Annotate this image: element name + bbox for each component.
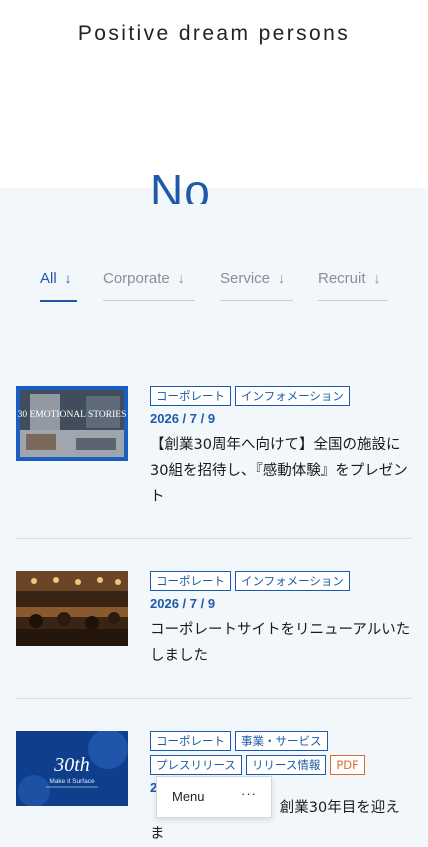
more-icon[interactable]: ··· [241,786,257,801]
arrow-down-icon: ↓ [278,270,286,286]
menu-label[interactable]: Menu [172,789,205,804]
floating-menu[interactable]: Menu ··· [156,776,272,818]
tag-list: コーポレート インフォメーション [150,386,412,406]
tag-information[interactable]: インフォメーション [235,571,350,591]
tab-corporate[interactable]: Corporate ↓ [103,270,195,301]
header-area: Positive dream persons [0,0,428,188]
tag-pdf[interactable]: PDF [330,755,365,775]
30th-anniversary-image: 30th Make it Surface [16,731,128,806]
news-thumbnail [16,571,128,646]
news-date: 2026 / 7 / 9 [150,596,216,611]
category-tabs: All ↓ Corporate ↓ Service ↓ Recruit ↓ [40,270,428,302]
thumbnail-text: 30 EMOTIONAL STORIES [18,410,127,420]
tab-recruit[interactable]: Recruit ↓ [318,270,388,301]
tab-service[interactable]: Service ↓ [220,270,293,301]
news-content: コーポレート インフォメーション 2026 / 7 / 9 コーポレートサイトを… [150,571,412,669]
news-item[interactable]: 30 EMOTIONAL STORIES コーポレート インフォメーション 20… [16,386,412,516]
tag-press-release[interactable]: プレスリリース [150,755,242,775]
banquet-hall-image [16,571,128,646]
emotional-stories-image: 30 EMOTIONAL STORIES [16,386,128,461]
arrow-down-icon: ↓ [177,270,185,286]
tag-corporate[interactable]: コーポレート [150,571,231,591]
news-thumbnail: 30th Make it Surface [16,731,128,806]
tag-information[interactable]: インフォメーション [235,386,350,406]
news-title[interactable]: 【創業30周年へ向けて】全国の施設に30組を招待し、『感動体験』をプレゼント [150,432,412,510]
thumbnail-text: 30th [53,754,90,776]
divider [16,538,412,539]
arrow-down-icon: ↓ [64,270,72,286]
divider [16,698,412,699]
section-heading: No [150,168,211,204]
tab-all[interactable]: All ↓ [40,270,77,302]
tag-release-info[interactable]: リリース情報 [245,755,327,775]
news-date: 2026 / 7 / 9 [150,411,216,426]
news-thumbnail: 30 EMOTIONAL STORIES [16,386,128,461]
news-content: コーポレート インフォメーション 2026 / 7 / 9 【創業30周年へ向け… [150,386,412,510]
news-title[interactable]: コーポレートサイトをリニューアルいたしました [150,617,412,669]
news-item[interactable]: コーポレート インフォメーション 2026 / 7 / 9 コーポレートサイトを… [16,571,412,671]
tag-corporate[interactable]: コーポレート [150,386,231,406]
tab-label: Recruit [318,270,366,287]
tab-label: All [40,270,57,287]
arrow-down-icon: ↓ [373,270,381,286]
tag-business-service[interactable]: 事業・サービス [235,731,328,751]
brand-tagline: Positive dream persons [77,22,351,45]
tag-list: コーポレート 事業・サービス プレスリリース リリース情報 PDF [150,731,412,775]
tag-list: コーポレート インフォメーション [150,571,412,591]
tag-corporate[interactable]: コーポレート [150,731,231,751]
tab-label: Service [220,270,271,287]
tab-label: Corporate [103,270,170,287]
thumbnail-subtext: Make it Surface [49,778,95,785]
